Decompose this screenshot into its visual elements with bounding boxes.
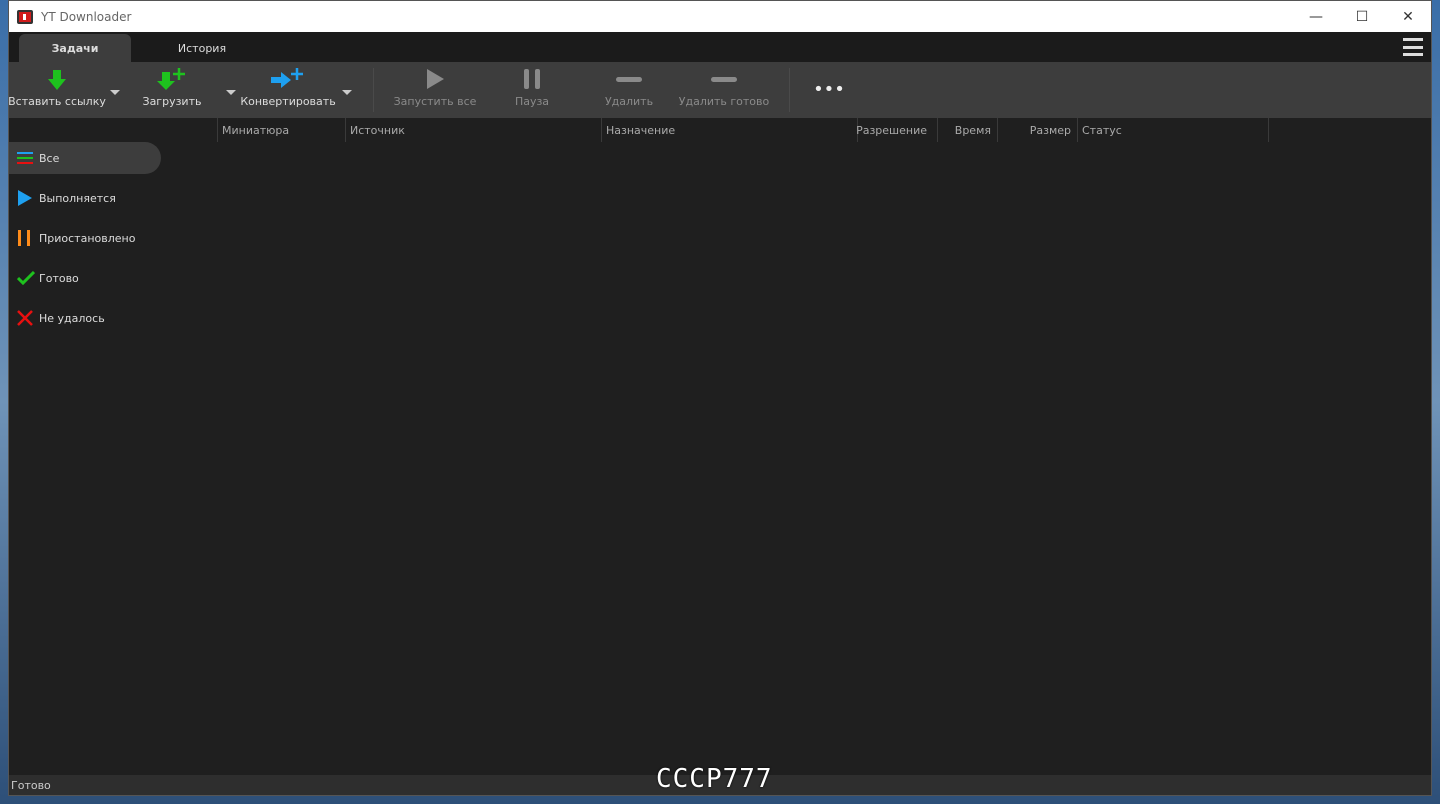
filter-label: Не удалось — [39, 311, 105, 325]
column-source[interactable]: Источник — [345, 118, 601, 142]
list-icon — [17, 152, 39, 164]
download-plus-icon — [157, 62, 187, 92]
tab-tasks[interactable]: Задачи — [19, 34, 131, 62]
delete-button[interactable]: Удалить — [599, 62, 659, 118]
download-dropdown-arrow-icon[interactable] — [226, 90, 236, 95]
convert-label: Конвертировать — [240, 95, 336, 108]
toolbar-divider — [373, 68, 374, 112]
download-arrow-icon — [48, 62, 66, 92]
paste-dropdown-arrow-icon[interactable] — [110, 90, 120, 95]
column-size[interactable]: Размер — [997, 118, 1077, 142]
pause-icon — [523, 62, 541, 92]
paste-link-button[interactable]: Вставить ссылку — [8, 62, 106, 118]
paste-link-label: Вставить ссылку — [8, 95, 106, 108]
minus-icon — [616, 62, 642, 92]
title-bar: YT Downloader — ☐ ✕ — [9, 1, 1431, 32]
tab-bar: Задачи История — [9, 32, 1431, 62]
delete-label: Удалить — [604, 95, 654, 108]
more-icon: ••• — [813, 79, 845, 100]
app-logo-icon — [17, 9, 33, 24]
column-time[interactable]: Время — [937, 118, 997, 142]
watermark: CCCP777 — [656, 764, 773, 794]
download-button[interactable]: Загрузить — [137, 62, 207, 118]
app-window: YT Downloader — ☐ ✕ Задачи История Встав… — [8, 0, 1432, 796]
filter-done[interactable]: Готово — [9, 262, 161, 294]
play-icon — [425, 62, 445, 92]
filter-sidebar: Все Выполняется Приостановлено Готово Не… — [9, 142, 161, 342]
minus-icon — [711, 62, 737, 92]
column-status[interactable]: Статус — [1077, 118, 1269, 142]
convert-dropdown-arrow-icon[interactable] — [342, 90, 352, 95]
filter-label: Выполняется — [39, 191, 116, 205]
checkmark-icon — [17, 271, 39, 285]
filter-all[interactable]: Все — [9, 142, 161, 174]
tab-history[interactable]: История — [146, 34, 258, 62]
download-label: Загрузить — [142, 95, 202, 108]
start-all-label: Запустить все — [393, 95, 477, 108]
filter-running[interactable]: Выполняется — [9, 182, 161, 214]
play-icon — [17, 190, 39, 206]
column-thumbnail[interactable]: Миниатюра — [217, 118, 345, 142]
toolbar-divider — [789, 68, 790, 112]
column-resolution[interactable]: Разрешение — [856, 118, 937, 142]
filter-label: Все — [39, 151, 60, 165]
filter-label: Готово — [39, 271, 79, 285]
filter-paused[interactable]: Приостановлено — [9, 222, 161, 254]
status-text: Готово — [11, 778, 51, 792]
convert-button[interactable]: Конвертировать — [240, 62, 336, 118]
filter-failed[interactable]: Не удалось — [9, 302, 161, 334]
maximize-button[interactable]: ☐ — [1339, 1, 1385, 32]
pause-button[interactable]: Пауза — [502, 62, 562, 118]
filter-label: Приостановлено — [39, 231, 136, 245]
minimize-button[interactable]: — — [1293, 1, 1339, 32]
pause-label: Пауза — [514, 95, 550, 108]
hamburger-menu-icon[interactable] — [1403, 38, 1423, 56]
toolbar: Вставить ссылку Загрузить Конвертировать… — [8, 62, 1431, 118]
close-button[interactable]: ✕ — [1385, 1, 1431, 32]
delete-done-label: Удалить готово — [678, 95, 770, 108]
convert-arrow-plus-icon — [271, 62, 305, 92]
more-button[interactable]: ••• — [809, 62, 849, 118]
column-destination[interactable]: Назначение — [601, 118, 857, 142]
delete-done-button[interactable]: Удалить готово — [679, 62, 769, 118]
window-title: YT Downloader — [41, 9, 132, 24]
start-all-button[interactable]: Запустить все — [393, 62, 477, 118]
table-header: Миниатюра Источник Назначение Разрешение… — [9, 118, 1431, 142]
x-icon — [17, 310, 39, 326]
pause-icon — [17, 230, 39, 246]
